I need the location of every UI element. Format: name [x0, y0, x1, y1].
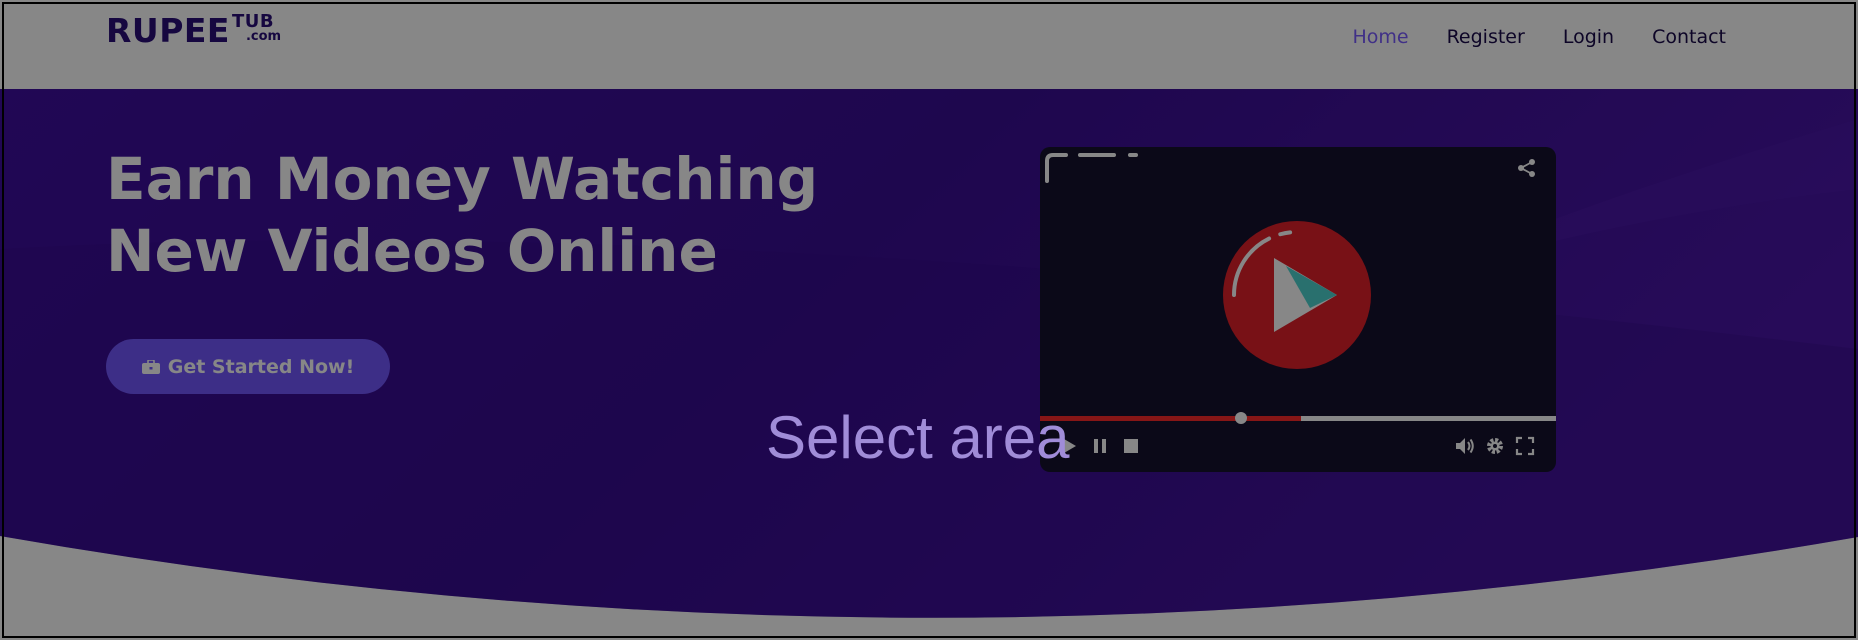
headline-line-2: New Videos Online: [106, 217, 718, 285]
site-header: RUPEE TUB .com Home Register Login Conta…: [0, 0, 1858, 89]
logo-com-text: .com: [245, 29, 282, 44]
get-started-label: Get Started Now!: [167, 355, 355, 378]
logo-suffix: TUB .com: [231, 11, 282, 45]
hero-section: Earn Money Watching New Videos Online Ge…: [0, 89, 1858, 640]
gear-icon[interactable]: [1484, 435, 1506, 457]
get-started-button[interactable]: Get Started Now!: [106, 339, 390, 394]
nav-contact[interactable]: Contact: [1652, 26, 1726, 48]
frame-corner-decoration: [1045, 153, 1138, 183]
nav-login[interactable]: Login: [1563, 26, 1614, 48]
nav-home[interactable]: Home: [1352, 26, 1408, 48]
hero-headline: Earn Money Watching New Videos Online: [106, 143, 866, 287]
page: RUPEE TUB .com Home Register Login Conta…: [0, 0, 1858, 640]
select-area-label: Select area: [766, 404, 1070, 471]
headline-line-1: Earn Money Watching: [106, 145, 819, 213]
play-icon[interactable]: [1222, 220, 1372, 370]
briefcase-icon: [141, 359, 160, 374]
logo-tub-text: TUB: [231, 11, 275, 32]
nav-register[interactable]: Register: [1447, 26, 1525, 48]
main-nav: Home Register Login Contact: [1352, 26, 1726, 48]
pause-icon[interactable]: [1089, 435, 1111, 457]
share-icon[interactable]: [1516, 157, 1538, 179]
logo[interactable]: RUPEE TUB .com: [106, 11, 282, 50]
logo-text: RUPEE: [106, 11, 230, 50]
player-controls: [1040, 421, 1556, 472]
video-player[interactable]: [1040, 147, 1556, 472]
fullscreen-icon[interactable]: [1514, 435, 1536, 457]
stop-icon[interactable]: [1120, 435, 1142, 457]
volume-icon[interactable]: [1454, 435, 1476, 457]
